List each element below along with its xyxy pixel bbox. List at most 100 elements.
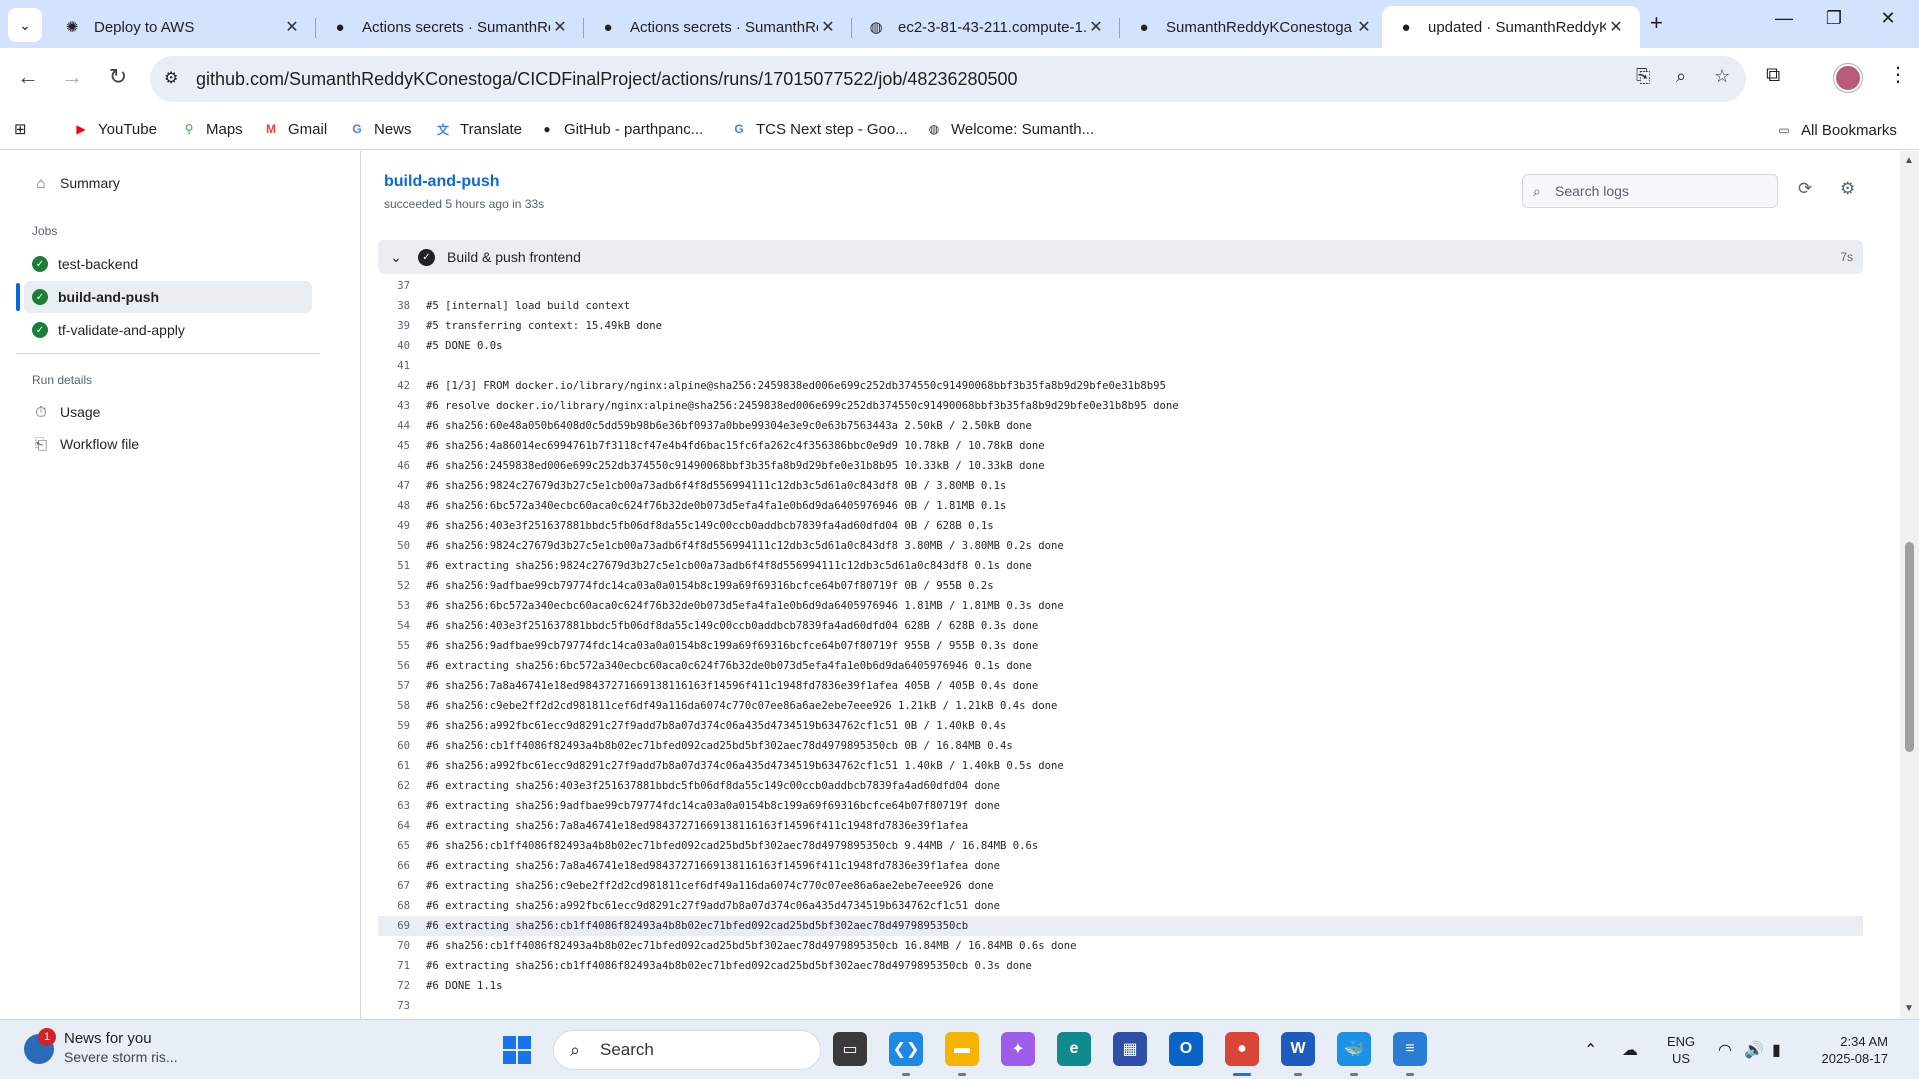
line-number[interactable]: 67 <box>378 880 426 892</box>
line-number[interactable]: 39 <box>378 320 426 332</box>
line-number[interactable]: 50 <box>378 540 426 552</box>
taskbar-app-file-explorer[interactable]: ▬ <box>945 1032 979 1066</box>
apps-grid-icon[interactable]: ⊞ <box>14 120 27 138</box>
line-number[interactable]: 68 <box>378 900 426 912</box>
sidebar-job-build-and-push[interactable]: ✓ build-and-push <box>24 281 312 313</box>
line-number[interactable]: 60 <box>378 740 426 752</box>
line-number[interactable]: 54 <box>378 620 426 632</box>
minimize-button[interactable]: — <box>1764 8 1804 29</box>
bookmark-item[interactable]: G News <box>348 120 411 138</box>
line-number[interactable]: 65 <box>378 840 426 852</box>
cloud-icon[interactable]: ☁ <box>1622 1040 1638 1060</box>
browser-tab[interactable]: ◍ ec2-3-81-43-211.compute-1.amazonaws.com… <box>852 6 1120 48</box>
line-number[interactable]: 51 <box>378 560 426 572</box>
sidebar-workflow-file[interactable]: ⎗ Workflow file <box>24 428 312 460</box>
taskbar-app-edge[interactable]: e <box>1057 1032 1091 1066</box>
page-scrollbar[interactable]: ▲ ▼ <box>1900 151 1919 1019</box>
line-number[interactable]: 53 <box>378 600 426 612</box>
line-number[interactable]: 47 <box>378 480 426 492</box>
close-tab-icon[interactable]: ✕ <box>282 17 302 37</box>
taskbar-app-store[interactable]: ▦ <box>1113 1032 1147 1066</box>
line-number[interactable]: 38 <box>378 300 426 312</box>
job-title[interactable]: build-and-push <box>384 173 500 191</box>
line-number[interactable]: 61 <box>378 760 426 772</box>
line-number[interactable]: 55 <box>378 640 426 652</box>
line-number[interactable]: 63 <box>378 800 426 812</box>
taskbar-app-vscode[interactable]: ❮❯ <box>889 1032 923 1066</box>
taskbar-app-task-view[interactable]: ▭ <box>833 1032 867 1066</box>
taskbar-app-outlook[interactable]: O <box>1169 1032 1203 1066</box>
chevron-up-icon[interactable]: ⌃ <box>1584 1040 1597 1060</box>
browser-tab[interactable]: ● Actions secrets · SumanthReddyKConestog… <box>584 6 852 48</box>
close-tab-icon[interactable]: ✕ <box>1086 17 1106 37</box>
bookmark-star-icon[interactable]: ☆ <box>1714 66 1730 87</box>
close-tab-icon[interactable]: ✕ <box>818 17 838 37</box>
more-menu-icon[interactable]: ⋮ <box>1888 62 1908 87</box>
line-number[interactable]: 44 <box>378 420 426 432</box>
sidebar-job-test-backend[interactable]: ✓ test-backend <box>24 248 312 280</box>
zoom-icon[interactable]: ⌕ <box>1676 66 1686 87</box>
step-header[interactable]: ⌄ ✓ Build & push frontend 7s <box>378 240 1863 274</box>
bookmark-item[interactable]: M Gmail <box>262 120 327 138</box>
bookmark-item[interactable]: 文 Translate <box>434 120 522 138</box>
volume-icon[interactable]: 🔊 <box>1744 1040 1764 1060</box>
extensions-icon[interactable]: ⧉ <box>1766 64 1780 87</box>
clock[interactable]: 2:34 AM 2025-08-17 <box>1814 1033 1889 1067</box>
scroll-thumb[interactable] <box>1905 542 1914 752</box>
bookmark-item[interactable]: ◍ Welcome: Sumanth... <box>925 120 1094 138</box>
line-number[interactable]: 72 <box>378 980 426 992</box>
line-number[interactable]: 49 <box>378 520 426 532</box>
line-number[interactable]: 57 <box>378 680 426 692</box>
browser-tab[interactable]: ✺ Deploy to AWS ✕ <box>48 6 316 48</box>
forward-button[interactable]: → <box>56 64 88 90</box>
line-number[interactable]: 59 <box>378 720 426 732</box>
line-number[interactable]: 58 <box>378 700 426 712</box>
news-widget[interactable]: 1 News for you Severe storm ris... <box>24 1028 178 1065</box>
line-number[interactable]: 46 <box>378 460 426 472</box>
browser-tab[interactable]: ● updated · SumanthReddyKConestoga✕ <box>1382 6 1640 48</box>
install-app-icon[interactable]: ⎘ <box>1636 66 1650 87</box>
restore-button[interactable]: ❐ <box>1814 8 1854 29</box>
scroll-down-arrow[interactable]: ▼ <box>1904 1003 1914 1014</box>
taskbar-app-chrome[interactable]: ● <box>1225 1032 1259 1066</box>
sidebar-job-tf-validate-and-apply[interactable]: ✓ tf-validate-and-apply <box>24 314 312 346</box>
line-number[interactable]: 73 <box>378 1000 426 1012</box>
sidebar-usage[interactable]: ⏱ Usage <box>24 396 312 428</box>
line-number[interactable]: 64 <box>378 820 426 832</box>
close-window-button[interactable]: ✕ <box>1868 8 1908 29</box>
line-number[interactable]: 45 <box>378 440 426 452</box>
line-number[interactable]: 62 <box>378 780 426 792</box>
gear-icon[interactable]: ⚙ <box>1840 179 1855 199</box>
search-logs-input[interactable]: ⌕ Search logs <box>1522 174 1778 208</box>
close-tab-icon[interactable]: ✕ <box>550 17 570 37</box>
new-tab-button[interactable]: + <box>1650 10 1663 36</box>
taskbar-app-notepad[interactable]: ≡ <box>1393 1032 1427 1066</box>
line-number[interactable]: 56 <box>378 660 426 672</box>
reload-button[interactable]: ↻ <box>102 64 134 90</box>
line-number[interactable]: 70 <box>378 940 426 952</box>
back-button[interactable]: ← <box>12 64 44 90</box>
bookmark-item[interactable]: ● GitHub - parthpanc... <box>538 120 703 138</box>
line-number[interactable]: 40 <box>378 340 426 352</box>
line-number[interactable]: 37 <box>378 280 426 292</box>
close-tab-icon[interactable]: ✕ <box>1354 17 1374 37</box>
url-text[interactable]: github.com/SumanthReddyKConestoga/CICDFi… <box>196 69 1018 90</box>
browser-tab[interactable]: ● SumanthReddyKConestoga ✕ <box>1120 6 1388 48</box>
tab-search-button[interactable]: ⌄ <box>8 8 42 42</box>
battery-icon[interactable]: ▮ <box>1772 1040 1781 1060</box>
browser-tab[interactable]: ● Actions secrets · SumanthReddyKConestog… <box>316 6 584 48</box>
bookmark-item[interactable]: ▶ YouTube <box>72 120 157 138</box>
bookmark-item[interactable]: G TCS Next step - Goo... <box>730 120 907 138</box>
close-tab-icon[interactable]: ✕ <box>1606 17 1626 37</box>
refresh-icon[interactable]: ⟳ <box>1798 179 1812 199</box>
url-bar[interactable]: ⚙ github.com/SumanthReddyKConestoga/CICD… <box>150 56 1746 102</box>
all-bookmarks[interactable]: ▭ All Bookmarks <box>1775 121 1897 139</box>
line-number[interactable]: 48 <box>378 500 426 512</box>
line-number[interactable]: 52 <box>378 580 426 592</box>
profile-avatar[interactable] <box>1834 64 1862 92</box>
chevron-down-icon[interactable]: ⌄ <box>386 249 406 266</box>
line-number[interactable]: 41 <box>378 360 426 372</box>
line-number[interactable]: 43 <box>378 400 426 412</box>
taskbar-search[interactable]: ⌕ Search <box>553 1030 821 1070</box>
scroll-up-arrow[interactable]: ▲ <box>1904 155 1914 166</box>
